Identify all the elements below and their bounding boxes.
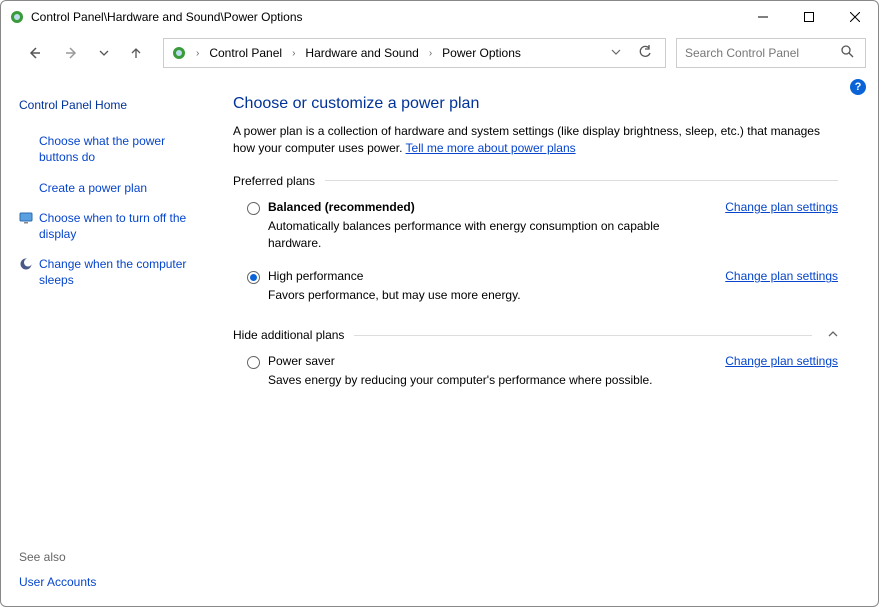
plan-title: Power saver [268,354,713,368]
main-panel: Choose or customize a power plan A power… [215,73,878,606]
breadcrumb-item[interactable]: Power Options [438,46,525,60]
plan-description: Favors performance, but may use more ene… [268,287,713,304]
address-bar[interactable]: › Control Panel › Hardware and Sound › P… [163,38,666,68]
plan-option-high-performance[interactable]: High performance Favors performance, but… [233,265,838,318]
control-panel-home-link[interactable]: Control Panel Home [19,97,205,113]
radio-button[interactable] [247,202,260,215]
up-button[interactable] [119,38,153,68]
refresh-button[interactable] [631,45,659,62]
window-controls [740,1,878,33]
breadcrumb-item[interactable]: Control Panel [205,46,286,60]
moon-icon [19,257,33,271]
change-plan-settings-link[interactable]: Change plan settings [725,269,838,283]
address-dropdown[interactable] [605,46,627,60]
plan-title: High performance [268,269,713,283]
radio-button[interactable] [247,356,260,369]
content-body: ? Control Panel Home Choose what the pow… [1,73,878,606]
maximize-button[interactable] [786,1,832,33]
plan-description: Saves energy by reducing your computer's… [268,372,713,389]
recent-dropdown[interactable] [93,38,115,68]
search-box[interactable]: Search Control Panel [676,38,866,68]
title-bar: Control Panel\Hardware and Sound\Power O… [1,1,878,33]
change-plan-settings-link[interactable]: Change plan settings [725,200,838,214]
chevron-right-icon[interactable]: › [194,48,201,59]
sidebar-link[interactable]: Change when the computer sleeps [19,256,205,288]
monitor-icon [19,211,33,225]
sidebar-link[interactable]: Choose when to turn off the display [19,210,205,242]
close-button[interactable] [832,1,878,33]
app-icon [9,9,25,25]
plan-option-balanced[interactable]: Balanced (recommended) Automatically bal… [233,196,838,266]
sidebar-link[interactable]: Create a power plan [19,180,205,196]
blank-icon [19,134,33,148]
learn-more-link[interactable]: Tell me more about power plans [406,141,576,155]
chevron-right-icon[interactable]: › [290,48,297,59]
breadcrumb-item[interactable]: Hardware and Sound [301,46,422,60]
change-plan-settings-link[interactable]: Change plan settings [725,354,838,368]
chevron-up-icon[interactable] [822,329,838,342]
see-also-label: See also [19,550,205,564]
preferred-plans-header: Preferred plans [233,174,838,188]
sidebar-link[interactable]: Choose what the power buttons do [19,133,205,165]
user-accounts-link[interactable]: User Accounts [19,574,205,590]
plan-description: Automatically balances performance with … [268,218,713,252]
blank-icon [19,181,33,195]
forward-button[interactable] [55,38,89,68]
sidebar: Control Panel Home Choose what the power… [1,73,215,606]
minimize-button[interactable] [740,1,786,33]
radio-button[interactable] [247,271,260,284]
page-heading: Choose or customize a power plan [233,95,838,113]
search-icon [841,45,857,61]
additional-plans-header[interactable]: Hide additional plans [233,328,838,342]
window-title: Control Panel\Hardware and Sound\Power O… [31,10,740,24]
nav-bar: › Control Panel › Hardware and Sound › P… [1,33,878,73]
plan-option-power-saver[interactable]: Power saver Saves energy by reducing you… [233,350,838,403]
location-icon [170,44,188,62]
search-placeholder: Search Control Panel [685,46,841,60]
plan-title: Balanced (recommended) [268,200,713,214]
back-button[interactable] [17,38,51,68]
chevron-right-icon[interactable]: › [427,48,434,59]
page-description: A power plan is a collection of hardware… [233,123,838,158]
